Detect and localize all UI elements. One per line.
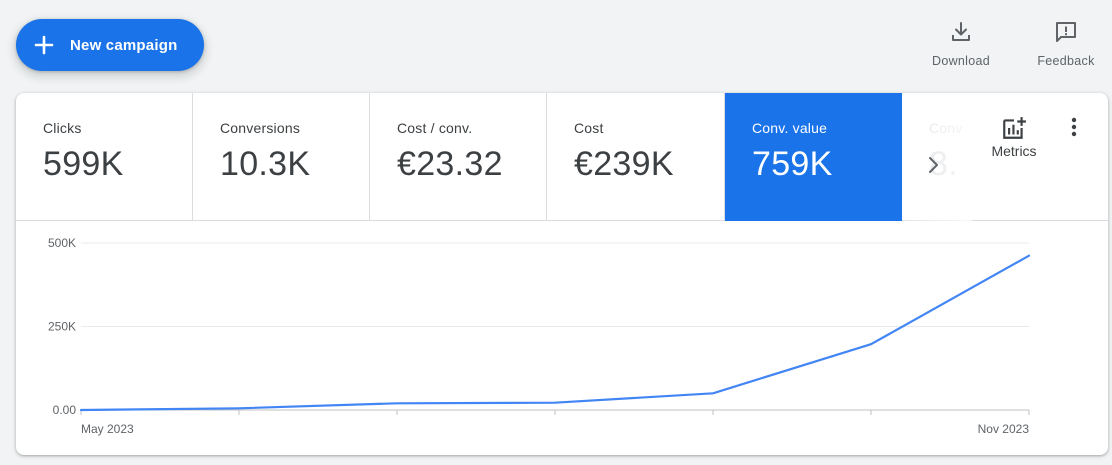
y-tick-label: 0.00	[53, 403, 77, 417]
chevron-right-icon[interactable]	[921, 153, 945, 177]
conv-value-line-chart: 0.00 250K 500K May 2023 Nov 2023	[48, 236, 1031, 436]
metric-value: 759K	[752, 145, 833, 183]
download-button[interactable]: Download	[924, 20, 998, 68]
y-tick-label: 500K	[48, 236, 76, 250]
more-vert-icon[interactable]	[1064, 115, 1084, 139]
metric-value: €23.32	[397, 145, 503, 183]
x-tick-label: May 2023	[81, 422, 134, 436]
performance-card: Clicks 599K Conversions 10.3K Cost / con…	[16, 93, 1108, 455]
metric-conv-value[interactable]: Conv. value 759K	[725, 93, 902, 221]
download-icon	[952, 22, 970, 41]
campaigns-overview: New campaign Download Feedback Clicks 59…	[0, 0, 1112, 465]
metric-label: Conversions	[220, 120, 301, 136]
metrics-button[interactable]: Metrics	[984, 115, 1044, 159]
add-chart-icon	[1003, 117, 1026, 139]
metric-clicks[interactable]: Clicks 599K	[16, 93, 193, 221]
feedback-button[interactable]: Feedback	[1030, 20, 1102, 68]
y-tick-label: 250K	[48, 320, 76, 334]
series-line	[79, 254, 1031, 412]
metric-label: Cost / conv.	[397, 120, 473, 136]
metric-label: Conv	[929, 120, 963, 136]
feedback-label: Feedback	[1037, 54, 1095, 68]
metric-label: Conv. value	[752, 120, 828, 136]
new-campaign-label: New campaign	[70, 36, 178, 54]
download-label: Download	[932, 54, 990, 68]
metric-label: Cost	[574, 120, 604, 136]
metric-label: Clicks	[43, 120, 82, 136]
new-campaign-button[interactable]: New campaign	[16, 19, 204, 71]
metric-value: 10.3K	[220, 145, 311, 183]
metric-conversions[interactable]: Conversions 10.3K	[193, 93, 370, 221]
metric-value: €239K	[574, 145, 674, 183]
plus-icon	[34, 35, 54, 55]
feedback-icon	[1056, 22, 1076, 42]
metrics-row: Clicks 599K Conversions 10.3K Cost / con…	[16, 93, 1108, 221]
metric-cost-per-conv[interactable]: Cost / conv. €23.32	[370, 93, 547, 221]
metrics-button-label: Metrics	[991, 143, 1037, 159]
metric-value: 599K	[43, 145, 124, 183]
metric-cost[interactable]: Cost €239K	[547, 93, 725, 221]
x-tick-label: Nov 2023	[978, 422, 1030, 436]
